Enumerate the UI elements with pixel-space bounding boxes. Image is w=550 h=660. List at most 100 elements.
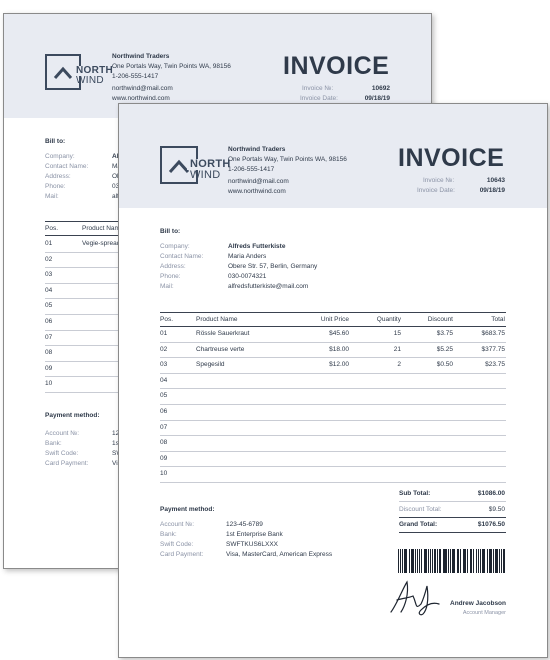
barcode-bar bbox=[418, 549, 420, 573]
totals-rule bbox=[399, 532, 506, 533]
row-unit-price: $18.00 bbox=[329, 345, 349, 353]
row-pos: 06 bbox=[160, 408, 168, 415]
barcode-bar bbox=[412, 549, 414, 573]
barcode-bar bbox=[479, 549, 481, 573]
row-rule bbox=[160, 388, 506, 390]
bill-label-phone: Phone: bbox=[45, 183, 66, 190]
row-rule bbox=[160, 482, 506, 483]
barcode-bar bbox=[447, 549, 449, 573]
row-rule bbox=[160, 357, 506, 359]
barcode-bar bbox=[499, 549, 500, 573]
logo-text-wind: WIND bbox=[76, 75, 104, 86]
barcode-bar bbox=[492, 549, 494, 573]
row-pos: 02 bbox=[45, 255, 53, 263]
row-rule bbox=[160, 450, 506, 452]
row-pos: 03 bbox=[45, 271, 53, 279]
barcode-bar bbox=[502, 549, 505, 573]
grand-total-value: $1076.50 bbox=[477, 521, 505, 528]
bill-to-heading: Bill to: bbox=[160, 228, 181, 235]
payment-label-swift: Swift Code: bbox=[45, 450, 79, 457]
payment-value-card: Visa, MasterCard, American Express bbox=[226, 551, 333, 558]
invoice-date: 09/18/19 bbox=[364, 95, 390, 102]
company-address: One Portals Way, Twin Points WA, 98156 bbox=[112, 63, 231, 70]
row-pos: 07 bbox=[160, 423, 168, 431]
company-website: www.northwind.com bbox=[112, 95, 170, 102]
company-address: One Portals Way, Twin Points WA, 98156 bbox=[228, 156, 347, 163]
table-header-pos: Pos. bbox=[160, 316, 174, 323]
row-pos: 03 bbox=[160, 361, 168, 369]
barcode-bar bbox=[496, 549, 498, 573]
invoice-no-label: Invoice №: bbox=[302, 85, 334, 92]
barcode-bar bbox=[426, 549, 427, 573]
table-header-pos: Pos. bbox=[45, 225, 59, 232]
barcode-bar bbox=[467, 549, 468, 573]
row-unit-price: $45.60 bbox=[329, 330, 349, 337]
bill-value-contact: Maria Anders bbox=[228, 253, 267, 260]
row-rule bbox=[160, 341, 506, 343]
payment-label-swift: Swift Code: bbox=[160, 541, 194, 548]
barcode-bar bbox=[434, 549, 436, 573]
row-rule bbox=[160, 419, 506, 421]
invoice-date: 09/18/19 bbox=[479, 187, 505, 194]
signer-title: Account Manager bbox=[462, 610, 506, 616]
table-header-product: Product Nam bbox=[82, 225, 120, 232]
barcode-bar bbox=[486, 549, 488, 573]
row-total: $23.75 bbox=[485, 361, 505, 369]
bill-value-company: Alfreds Futterkiste bbox=[228, 243, 286, 250]
bill-label-company: Company: bbox=[160, 243, 190, 250]
payment-value-bank: 1st Enterprise Bank bbox=[226, 531, 283, 538]
barcode-bar bbox=[453, 549, 455, 573]
barcode-bar bbox=[408, 549, 410, 573]
payment-label-bank: Bank: bbox=[45, 440, 62, 447]
bill-to-heading: Bill to: bbox=[45, 138, 66, 145]
bill-label-contact: Contact Name: bbox=[160, 253, 204, 260]
row-pos: 08 bbox=[45, 349, 53, 357]
row-unit-price: $12.00 bbox=[329, 361, 349, 369]
barcode-bar bbox=[473, 549, 475, 573]
company-name: Northwind Traders bbox=[112, 53, 170, 60]
bill-label-mail: Mail: bbox=[160, 283, 174, 290]
row-pos: 05 bbox=[45, 302, 53, 310]
payment-label-account: Account №: bbox=[160, 521, 195, 528]
bill-label-contact: Contact Name: bbox=[45, 163, 89, 170]
payment-label-card: Card Payment: bbox=[45, 460, 89, 467]
row-pos: 02 bbox=[160, 345, 168, 353]
discount-total-value: $9.50 bbox=[488, 506, 505, 513]
row-rule bbox=[160, 404, 506, 405]
row-product: Chartreuse verte bbox=[196, 345, 245, 353]
company-website: www.northwind.com bbox=[228, 188, 286, 195]
row-discount: $5.25 bbox=[436, 345, 453, 353]
row-pos: 07 bbox=[45, 333, 53, 341]
table-header-rule bbox=[160, 326, 506, 327]
company-name: Northwind Traders bbox=[228, 146, 286, 153]
row-pos: 04 bbox=[160, 376, 168, 384]
barcode-bar bbox=[470, 549, 473, 573]
totals-rule bbox=[399, 501, 506, 502]
row-quantity: 21 bbox=[393, 345, 401, 353]
barcode-bar bbox=[457, 549, 459, 573]
row-rule bbox=[160, 466, 506, 468]
row-product: Vegie-spread bbox=[82, 240, 121, 247]
payment-label-bank: Bank: bbox=[160, 531, 177, 538]
bill-value-mail: alfredsfutterkiste@mail.com bbox=[228, 283, 309, 290]
row-rule bbox=[160, 372, 506, 374]
row-quantity: 2 bbox=[397, 361, 401, 369]
barcode-bar bbox=[399, 549, 401, 573]
row-total: $683.75 bbox=[481, 330, 506, 337]
barcode-bar bbox=[438, 549, 440, 573]
bill-label-company: Company: bbox=[45, 153, 75, 160]
bill-label-phone: Phone: bbox=[160, 273, 181, 280]
row-pos: 09 bbox=[45, 364, 53, 372]
invoice-no-label: Invoice №: bbox=[423, 177, 455, 184]
barcode-bar bbox=[431, 549, 433, 573]
payment-value-swift: SWFTKUS6LXXX bbox=[226, 541, 279, 548]
table-header-discount: Discount bbox=[427, 316, 453, 323]
subtotal-label: Sub Total: bbox=[399, 490, 431, 497]
invoice-title: INVOICE bbox=[398, 144, 505, 172]
table-header-quantity: Quantity bbox=[376, 316, 401, 323]
row-pos: 05 bbox=[160, 392, 168, 400]
logo-text-wind: WIND bbox=[190, 169, 221, 181]
company-email: northwind@mail.com bbox=[228, 178, 289, 185]
barcode-bar bbox=[405, 549, 408, 573]
subtotal-value: $1086.00 bbox=[477, 490, 505, 497]
